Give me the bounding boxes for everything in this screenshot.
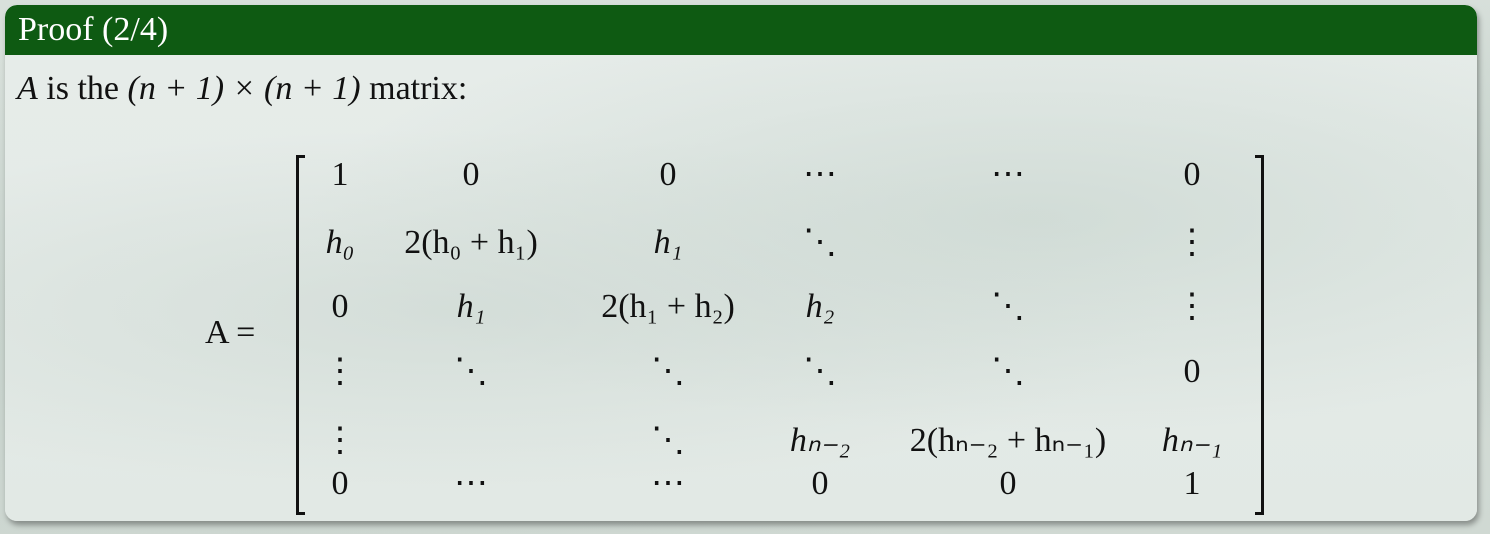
right-bracket xyxy=(1255,155,1264,515)
matrix-cell-r5-c1: ⋯ xyxy=(454,465,488,502)
matrix-cell-r1-c0: h₀ xyxy=(325,224,355,261)
matrix-cell-r3-c2: ⋱ xyxy=(651,353,685,390)
matrix-cell-r0-c1: 0 xyxy=(462,156,480,193)
equation-lhs: A = xyxy=(205,314,256,351)
matrix-cell-r2-c0: 0 xyxy=(331,288,349,325)
matrix-cell-r4-c4: 2(hₙ₋₂ + hₙ₋₁) xyxy=(909,422,1107,459)
matrix-cell-r5-c3: 0 xyxy=(811,465,829,502)
matrix-cell-r2-c3: h₂ xyxy=(805,288,835,325)
matrix-cell-r0-c3: ⋯ xyxy=(803,156,837,193)
matrix-cell-r5-c5: 1 xyxy=(1183,465,1201,502)
matrix-cell-r0-c0: 1 xyxy=(331,156,349,193)
statement-dimensions: (n + 1) × (n + 1) xyxy=(127,70,361,107)
matrix-cell-r0-c4: ⋯ xyxy=(991,156,1025,193)
matrix-cell-r1-c1: 2(h₀ + h₁) xyxy=(404,224,538,261)
matrix-cell-r2-c5: ⋮ xyxy=(1175,288,1209,325)
matrix-cell-r3-c4: ⋱ xyxy=(991,353,1025,390)
block-title: Proof (2/4) xyxy=(18,11,169,48)
statement-text-2: matrix: xyxy=(360,70,468,107)
left-bracket xyxy=(296,155,305,515)
matrix-cell-r3-c1: ⋱ xyxy=(454,353,488,390)
matrix-cell-r5-c0: 0 xyxy=(331,465,349,502)
matrix-cell-r0-c2: 0 xyxy=(659,156,677,193)
matrix-cell-r0-c5: 0 xyxy=(1183,156,1201,193)
matrix-cell-r2-c4: ⋱ xyxy=(991,288,1025,325)
matrix-cell-r4-c5: hₙ₋₁ xyxy=(1161,422,1223,459)
matrix-cell-r5-c2: ⋯ xyxy=(651,465,685,502)
matrix-cell-r4-c0: ⋮ xyxy=(323,422,357,459)
matrix-cell-r3-c0: ⋮ xyxy=(323,353,357,390)
matrix-cell-r1-c2: h₁ xyxy=(653,224,683,261)
matrix-cell-r3-c5: 0 xyxy=(1183,353,1201,390)
block-header: Proof (2/4) xyxy=(5,5,1477,55)
matrix-statement: A is the (n + 1) × (n + 1) matrix: xyxy=(17,69,467,109)
matrix-cell-r1-c5: ⋮ xyxy=(1175,224,1209,261)
matrix-cell-r2-c2: 2(h₁ + h₂) xyxy=(601,288,735,325)
matrix-cell-r4-c3: hₙ₋₂ xyxy=(789,422,851,459)
matrix-cell-r1-c3: ⋱ xyxy=(803,224,837,261)
matrix-cell-r2-c1: h₁ xyxy=(456,288,486,325)
statement-text-1: is the xyxy=(37,70,128,107)
statement-variable: A xyxy=(17,70,38,107)
matrix-cell-r4-c2: ⋱ xyxy=(651,422,685,459)
matrix-cell-r3-c3: ⋱ xyxy=(803,353,837,390)
matrix-cell-r5-c4: 0 xyxy=(999,465,1017,502)
theorem-block: Proof (2/4) A is the (n + 1) × (n + 1) m… xyxy=(5,5,1477,521)
